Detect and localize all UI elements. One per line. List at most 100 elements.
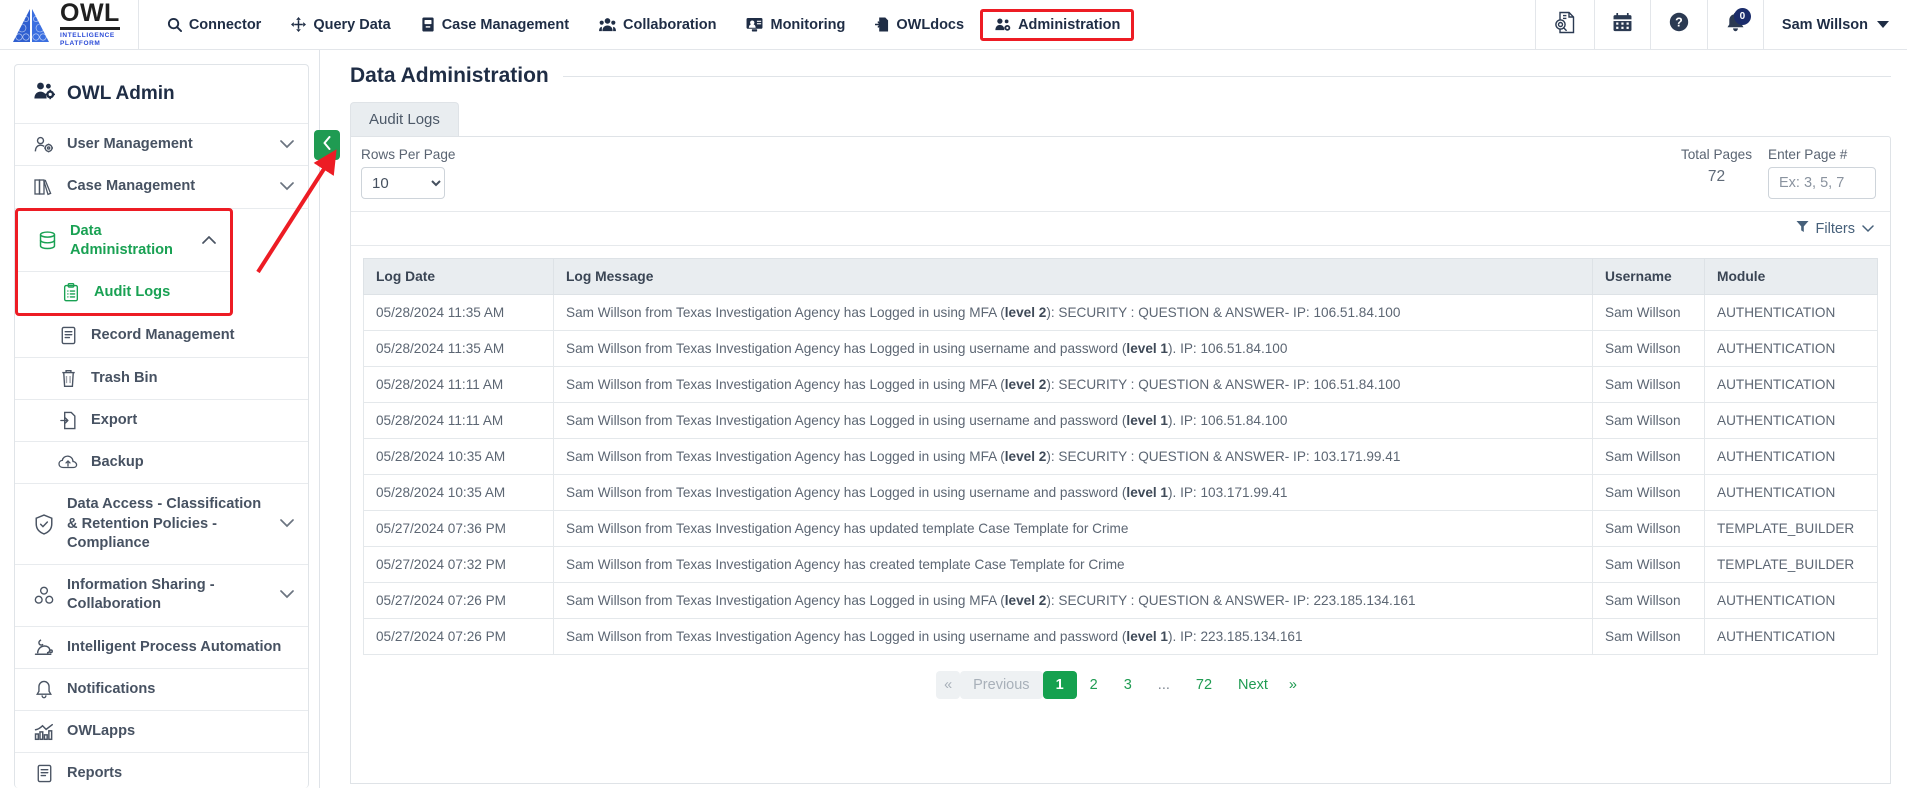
filters-label: Filters bbox=[1815, 220, 1855, 237]
cell-username: Sam Willson bbox=[1592, 618, 1705, 655]
pagination-next-button[interactable]: Next bbox=[1225, 671, 1281, 699]
cell-username: Sam Willson bbox=[1592, 438, 1705, 475]
total-pages-label: Total Pages bbox=[1680, 147, 1752, 162]
cell-log-date: 05/27/2024 07:26 PM bbox=[363, 582, 554, 619]
chevron-down-icon[interactable] bbox=[280, 137, 294, 153]
sidebar-item-data-administration[interactable]: Data Administration bbox=[18, 211, 230, 272]
table-row[interactable]: 05/27/2024 07:32 PM Sam Willson from Texa… bbox=[363, 546, 1878, 583]
sidebar-item-owlapps[interactable]: OWLapps bbox=[15, 711, 308, 754]
cell-log-message: Sam Willson from Texas Investigation Age… bbox=[553, 582, 1593, 619]
tab-audit-logs[interactable]: Audit Logs bbox=[350, 102, 459, 136]
nav-item-query-data[interactable]: Query Data bbox=[277, 9, 404, 41]
sidebar-item-label: Trash Bin bbox=[91, 369, 158, 386]
sidebar-item-notifications[interactable]: Notifications bbox=[15, 669, 308, 711]
sidebar-item-label: Data Access - Classification & Retention… bbox=[67, 496, 262, 551]
sidebar-item-backup[interactable]: Backup bbox=[15, 442, 308, 485]
table-row[interactable]: 05/28/2024 11:11 AM Sam Willson from Texa… bbox=[363, 402, 1878, 439]
report-button[interactable] bbox=[1534, 0, 1594, 49]
cell-module: AUTHENTICATION bbox=[1704, 582, 1878, 619]
rows-per-page-select[interactable]: 10 25 50 100 bbox=[361, 167, 445, 199]
sidebar-item-data-access-compliance[interactable]: Data Access - Classification & Retention… bbox=[15, 484, 308, 565]
calendar-button[interactable] bbox=[1593, 0, 1650, 49]
pagination-next-chevron[interactable]: » bbox=[1281, 671, 1305, 699]
table-row[interactable]: 05/27/2024 07:26 PM Sam Willson from Texa… bbox=[363, 618, 1878, 655]
pagination-page-3[interactable]: 3 bbox=[1111, 671, 1145, 699]
cell-username: Sam Willson bbox=[1592, 582, 1705, 619]
top-navigation-bar: OWL INTELLIGENCE PLATFORM Connector Quer… bbox=[0, 0, 1907, 50]
table-row[interactable]: 05/28/2024 11:35 AM Sam Willson from Texa… bbox=[363, 294, 1878, 331]
pagination-page-2[interactable]: 2 bbox=[1077, 671, 1111, 699]
pagination-ellipsis: ... bbox=[1157, 677, 1170, 693]
column-header-log-date[interactable]: Log Date bbox=[363, 258, 554, 295]
table-row[interactable]: 05/28/2024 10:35 AM Sam Willson from Texa… bbox=[363, 474, 1878, 511]
nav-label: Case Management bbox=[441, 16, 570, 33]
book-icon bbox=[421, 17, 435, 32]
log-level-emphasis: level 2 bbox=[1004, 377, 1047, 392]
cell-log-date: 05/28/2024 11:35 AM bbox=[363, 294, 554, 331]
table-row[interactable]: 05/28/2024 11:35 AM Sam Willson from Texa… bbox=[363, 330, 1878, 367]
header-divider bbox=[562, 75, 1891, 77]
user-name-label: Sam Willson bbox=[1781, 16, 1868, 33]
audit-logs-table: Log Date Log Message Username Module 05/… bbox=[363, 258, 1878, 655]
help-button[interactable]: ? bbox=[1649, 0, 1707, 49]
nav-item-collaboration[interactable]: Collaboration bbox=[585, 9, 730, 41]
monitor-user-icon bbox=[746, 17, 763, 32]
cell-log-date: 05/28/2024 11:35 AM bbox=[363, 330, 554, 367]
chevron-down-icon[interactable] bbox=[280, 179, 294, 195]
nav-item-case-management[interactable]: Case Management bbox=[407, 9, 583, 41]
page-header: Data Administration bbox=[320, 64, 1891, 88]
notification-count-badge: 0 bbox=[1733, 8, 1751, 25]
chevron-down-icon[interactable] bbox=[280, 516, 294, 532]
sidebar-item-user-management[interactable]: User Management bbox=[15, 124, 308, 167]
document-report-icon bbox=[1554, 11, 1576, 39]
table-row[interactable]: 05/27/2024 07:26 PM Sam Willson from Texa… bbox=[363, 582, 1878, 619]
filters-toggle[interactable]: Filters bbox=[1796, 220, 1874, 237]
sidebar-item-intelligent-process-automation[interactable]: Intelligent Process Automation bbox=[15, 627, 308, 669]
cell-log-date: 05/27/2024 07:36 PM bbox=[363, 510, 554, 547]
nav-item-monitoring[interactable]: Monitoring bbox=[732, 9, 859, 41]
sidebar-item-record-management[interactable]: Record Management bbox=[15, 315, 308, 358]
cell-module: AUTHENTICATION bbox=[1704, 330, 1878, 367]
column-header-log-message[interactable]: Log Message bbox=[553, 258, 1593, 295]
chevron-down-icon[interactable] bbox=[280, 587, 294, 603]
nav-item-administration[interactable]: Administration bbox=[980, 8, 1135, 41]
notifications-button[interactable]: 0 bbox=[1706, 0, 1763, 49]
cell-log-message: Sam Willson from Texas Investigation Age… bbox=[553, 402, 1593, 439]
cell-module: AUTHENTICATION bbox=[1704, 294, 1878, 331]
table-row[interactable]: 05/28/2024 11:11 AM Sam Willson from Texa… bbox=[363, 366, 1878, 403]
collapse-sidebar-button[interactable] bbox=[314, 130, 340, 160]
sidebar-item-information-sharing[interactable]: Information Sharing - Collaboration bbox=[15, 565, 308, 627]
sidebar-item-label: Intelligent Process Automation bbox=[67, 638, 282, 655]
sidebar-item-export[interactable]: Export bbox=[15, 400, 308, 442]
document-icon bbox=[57, 326, 79, 345]
cell-log-message: Sam Willson from Texas Investigation Age… bbox=[553, 330, 1593, 367]
cell-module: AUTHENTICATION bbox=[1704, 402, 1878, 439]
chevron-up-icon[interactable] bbox=[202, 233, 216, 249]
share-nodes-icon bbox=[33, 586, 55, 605]
sidebar-panel: OWL Admin User Management Case Managemen… bbox=[14, 64, 309, 788]
table-row[interactable]: 05/27/2024 07:36 PM Sam Willson from Texa… bbox=[363, 510, 1878, 547]
logo-tagline-line2: PLATFORM bbox=[60, 40, 101, 47]
content-tabs: Audit Logs bbox=[320, 102, 1891, 136]
pagination-page-1[interactable]: 1 bbox=[1042, 671, 1077, 699]
sidebar-item-trash-bin[interactable]: Trash Bin bbox=[15, 358, 308, 400]
nav-item-connector[interactable]: Connector bbox=[153, 9, 276, 41]
enter-page-input[interactable] bbox=[1768, 167, 1876, 199]
sidebar-item-audit-logs[interactable]: Audit Logs bbox=[18, 272, 230, 313]
pagination-prev-chevron: « bbox=[936, 671, 961, 699]
automation-icon bbox=[33, 638, 55, 657]
sidebar-item-case-management[interactable]: Case Management bbox=[15, 166, 308, 209]
app-logo[interactable]: OWL INTELLIGENCE PLATFORM bbox=[0, 0, 139, 49]
table-row[interactable]: 05/28/2024 10:35 AM Sam Willson from Texa… bbox=[363, 438, 1878, 475]
cell-username: Sam Willson bbox=[1592, 474, 1705, 511]
nav-label: Administration bbox=[1018, 16, 1121, 33]
column-header-module[interactable]: Module bbox=[1704, 258, 1878, 295]
user-menu[interactable]: Sam Willson bbox=[1762, 0, 1907, 49]
sidebar-item-reports[interactable]: Reports bbox=[15, 753, 308, 788]
nav-item-owldocs[interactable]: OWLdocs bbox=[861, 9, 978, 41]
column-header-username[interactable]: Username bbox=[1592, 258, 1705, 295]
audit-logs-table-wrap: Log Date Log Message Username Module 05/… bbox=[351, 246, 1890, 655]
cell-log-message: Sam Willson from Texas Investigation Age… bbox=[553, 294, 1593, 331]
pagination-page-72[interactable]: 72 bbox=[1183, 671, 1225, 699]
people-gear-icon bbox=[33, 81, 56, 107]
